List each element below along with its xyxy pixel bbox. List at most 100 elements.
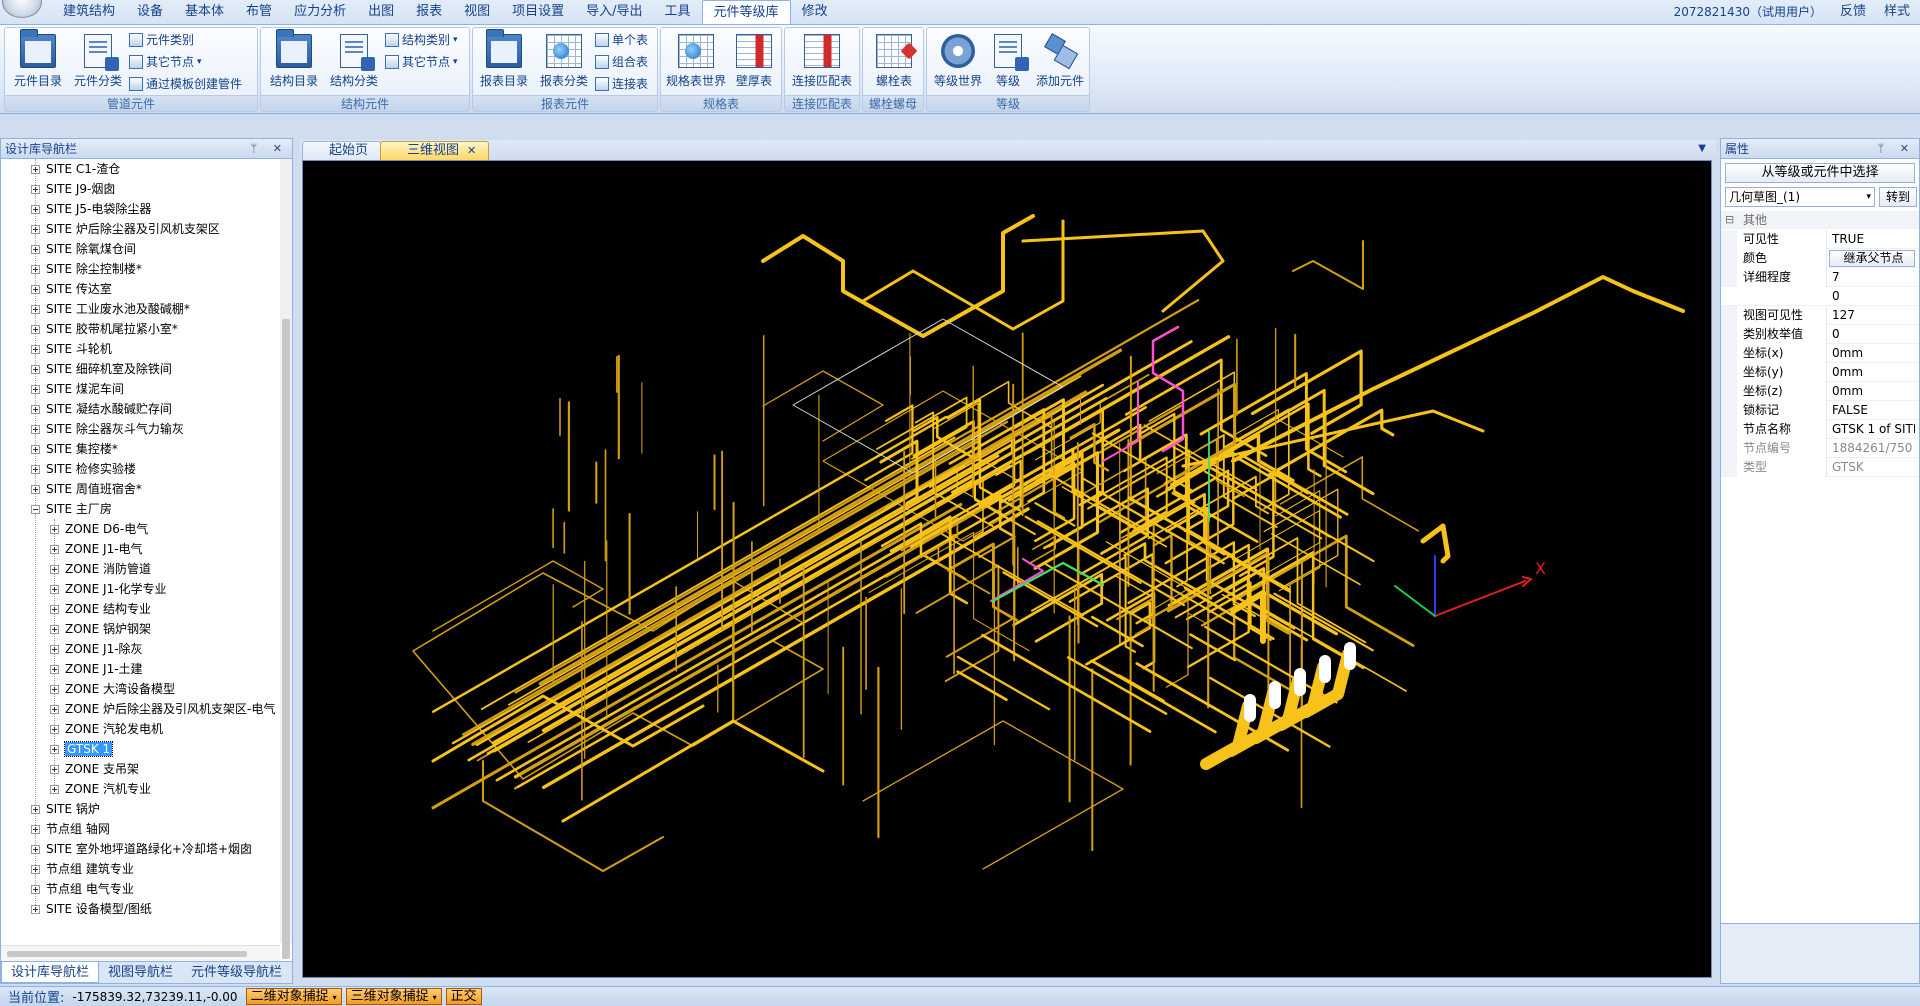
- tree-node[interactable]: ZONE 汽轮发电机: [50, 719, 163, 739]
- expand-icon[interactable]: [50, 705, 59, 714]
- expand-icon[interactable]: [50, 665, 59, 674]
- property-row[interactable]: 0: [1721, 287, 1919, 306]
- scroll-thumb[interactable]: [7, 951, 247, 957]
- goto-button[interactable]: 转到: [1879, 187, 1917, 207]
- combo-table-button[interactable]: 组合表: [595, 52, 648, 72]
- tree-node[interactable]: SITE 室外地坪道路绿化+冷却塔+烟囱: [31, 839, 252, 859]
- feedback-link[interactable]: 反馈: [1840, 0, 1866, 24]
- tree-node[interactable]: SITE J9-烟囱: [31, 179, 115, 199]
- tree-node[interactable]: ZONE J1-化学专业: [50, 579, 167, 599]
- add-component-button[interactable]: 添加元件: [1031, 32, 1089, 92]
- element-selector-dropdown[interactable]: 几何草图_(1) ▾: [1725, 187, 1875, 207]
- 3d-snap-toggle[interactable]: 三维对象捕捉 ▾: [345, 988, 442, 1005]
- expand-icon[interactable]: [31, 805, 40, 814]
- structure-other-node-button[interactable]: 其它节点 ▾: [385, 52, 458, 72]
- tree-node[interactable]: SITE 炉后除尘器及引风机支架区: [31, 219, 220, 239]
- tab-tools[interactable]: 工具: [654, 0, 702, 24]
- tab-component-library[interactable]: 元件等级库: [701, 0, 791, 25]
- create-from-template-button[interactable]: 通过模板创建管件: [129, 74, 242, 94]
- property-row[interactable]: 可见性 TRUE: [1721, 230, 1919, 249]
- property-row[interactable]: 节点名称GTSK 1 of SITE ...: [1721, 420, 1919, 439]
- tree-node[interactable]: ZONE 支吊架: [50, 759, 139, 779]
- tree-node[interactable]: GTSK 1: [50, 739, 114, 759]
- expand-icon[interactable]: [50, 605, 59, 614]
- expand-icon[interactable]: [31, 265, 40, 274]
- expand-icon[interactable]: [31, 165, 40, 174]
- property-category[interactable]: 其他: [1721, 211, 1919, 229]
- tab-modify[interactable]: 修改: [791, 0, 839, 24]
- tree-node[interactable]: SITE 检修实验楼: [31, 459, 136, 479]
- expand-icon[interactable]: [31, 325, 40, 334]
- tree-node[interactable]: SITE 除尘控制楼*: [31, 259, 142, 279]
- tree-node[interactable]: SITE 除氧煤仓间: [31, 239, 136, 259]
- tree-node[interactable]: SITE 凝结水酸碱贮存间: [31, 399, 172, 419]
- structure-class-button[interactable]: 结构分类: [325, 32, 383, 92]
- tab-equipment[interactable]: 设备: [126, 0, 174, 24]
- pin-close-icons[interactable]: ᛘ ✕: [251, 139, 288, 159]
- tree-node[interactable]: SITE C1-渣仓: [31, 159, 120, 179]
- tab-building-structure[interactable]: 建筑结构: [52, 0, 126, 24]
- tree-node[interactable]: 节点组 轴网: [31, 819, 110, 839]
- single-table-button[interactable]: 单个表: [595, 30, 648, 50]
- wall-thickness-button[interactable]: 壁厚表: [729, 32, 779, 92]
- expand-icon[interactable]: [31, 885, 40, 894]
- document-list-dropdown-icon[interactable]: ▼: [1698, 143, 1706, 154]
- expand-icon[interactable]: [31, 385, 40, 394]
- spec-world-button[interactable]: 规格表世界: [663, 32, 729, 92]
- tree-node[interactable]: SITE 设备模型/图纸: [31, 899, 152, 919]
- tree-node[interactable]: ZONE 汽机专业: [50, 779, 151, 799]
- property-row[interactable]: 类别枚举值 0: [1721, 325, 1919, 344]
- expand-icon[interactable]: [50, 785, 59, 794]
- expand-icon[interactable]: [31, 305, 40, 314]
- tab-report[interactable]: 报表: [405, 0, 453, 24]
- expand-icon[interactable]: [31, 365, 40, 374]
- tab-drawing[interactable]: 出图: [357, 0, 405, 24]
- tree-node[interactable]: SITE J5-电袋除尘器: [31, 199, 151, 219]
- tree-node[interactable]: SITE 周值班宿舍*: [31, 479, 142, 499]
- expand-icon[interactable]: [31, 225, 40, 234]
- tree-node[interactable]: 节点组 电气专业: [31, 879, 134, 899]
- navigator-horizontal-scrollbar[interactable]: [1, 945, 280, 961]
- expand-icon[interactable]: [50, 625, 59, 634]
- nav-tab-design-library[interactable]: 设计库导航栏: [1, 962, 100, 983]
- report-catalog-button[interactable]: 报表目录: [475, 29, 533, 92]
- expand-icon[interactable]: [50, 685, 59, 694]
- structure-type-button[interactable]: 结构类别 ▾: [385, 30, 458, 50]
- expand-icon[interactable]: [50, 525, 59, 534]
- expand-icon[interactable]: [31, 445, 40, 454]
- tree-node[interactable]: SITE 除尘器灰斗气力输灰: [31, 419, 184, 439]
- expand-icon[interactable]: [31, 345, 40, 354]
- expand-icon[interactable]: [31, 905, 40, 914]
- tree-node[interactable]: ZONE J1-电气: [50, 539, 143, 559]
- expand-icon[interactable]: [31, 285, 40, 294]
- expand-icon[interactable]: [31, 865, 40, 874]
- expand-icon[interactable]: [31, 205, 40, 214]
- expand-icon[interactable]: [50, 545, 59, 554]
- tab-stress-analysis[interactable]: 应力分析: [283, 0, 357, 24]
- chevron-down-icon[interactable]: ▾: [433, 993, 437, 1002]
- expand-icon[interactable]: [31, 425, 40, 434]
- expand-icon[interactable]: [50, 645, 59, 654]
- chevron-down-icon[interactable]: ▾: [333, 993, 337, 1002]
- expand-icon[interactable]: [31, 825, 40, 834]
- pipe-catalog-button[interactable]: 元件目录: [9, 29, 67, 92]
- property-row[interactable]: 锁标记 FALSE: [1721, 401, 1919, 420]
- pipe-other-node-button[interactable]: 其它节点 ▾: [129, 52, 202, 72]
- doc-tab-start-page[interactable]: 起始页: [302, 141, 382, 160]
- tree-node[interactable]: SITE 胶带机尾拉紧小室*: [31, 319, 178, 339]
- tab-primitives[interactable]: 基本体: [174, 0, 235, 24]
- tree-node[interactable]: SITE 集控楼*: [31, 439, 118, 459]
- bolt-table-button[interactable]: 螺栓表: [865, 32, 923, 92]
- property-row[interactable]: 节点编号 1884261/750: [1721, 439, 1919, 458]
- select-from-grade-button[interactable]: 从等级或元件中选择: [1725, 163, 1915, 183]
- tree-node[interactable]: SITE 主厂房: [31, 499, 112, 519]
- expand-icon[interactable]: [50, 765, 59, 774]
- property-row[interactable]: 视图可见性 127: [1721, 306, 1919, 325]
- grade-button[interactable]: 等级: [985, 32, 1031, 92]
- property-row[interactable]: 颜色 继承父节点: [1721, 249, 1919, 268]
- nav-tab-view[interactable]: 视图导航栏: [99, 962, 182, 983]
- pipe-class-button[interactable]: 元件分类: [69, 32, 127, 92]
- ortho-toggle[interactable]: 正交: [445, 988, 482, 1005]
- expand-icon[interactable]: [31, 185, 40, 194]
- pipe-model-scene[interactable]: X: [303, 161, 1712, 978]
